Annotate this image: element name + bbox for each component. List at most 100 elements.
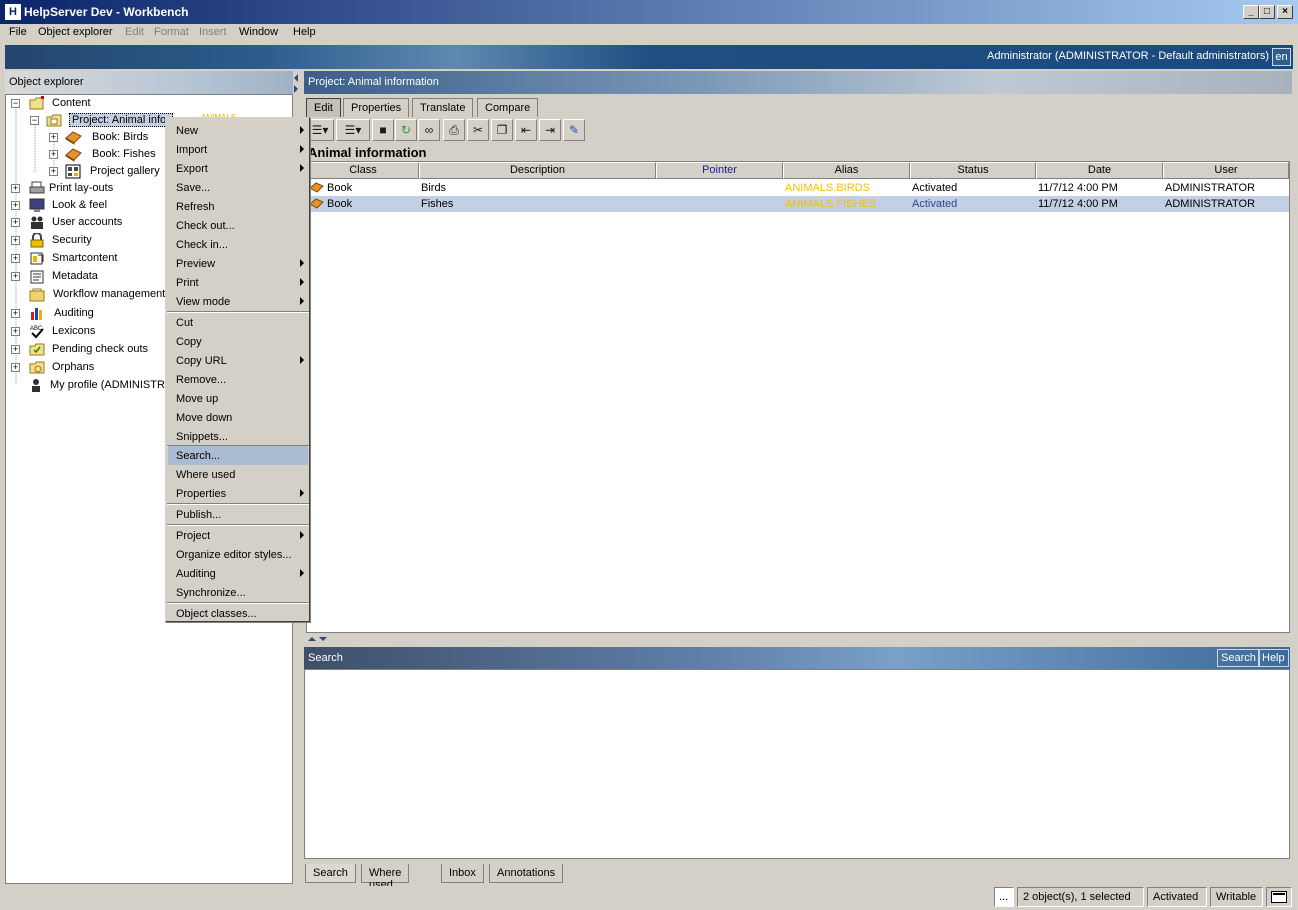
tab-search[interactable]: Search	[305, 864, 356, 883]
refresh-icon[interactable]: ↻	[395, 119, 417, 141]
menu-item-project[interactable]: Project	[168, 526, 308, 545]
collapse-icon[interactable]: −	[30, 116, 39, 125]
collapse-left-icon[interactable]	[294, 74, 298, 82]
menu-item-snippets[interactable]: Snippets...	[168, 427, 308, 446]
column-header-pointer[interactable]: Pointer	[656, 162, 783, 179]
expand-icon[interactable]: +	[11, 254, 20, 263]
move-up-icon[interactable]: ⇤	[515, 119, 537, 141]
tree-node-lexicons[interactable]: + ABC Lexicons	[11, 324, 161, 341]
menu-item-cut[interactable]: Cut	[168, 313, 308, 332]
checkout-icon[interactable]: ✎	[563, 119, 585, 141]
menu-item-refresh[interactable]: Refresh	[168, 197, 308, 216]
print-icon[interactable]: ⎙	[443, 119, 465, 141]
search-button[interactable]: Search	[1217, 649, 1260, 667]
copy-icon[interactable]: ❐	[491, 119, 513, 141]
tree-node-smartcontent[interactable]: + Smartcontent	[11, 251, 161, 268]
maximize-button[interactable]: □	[1259, 5, 1275, 19]
tree-node-auditing[interactable]: + Auditing	[11, 306, 161, 323]
cut-icon[interactable]: ✂	[467, 119, 489, 141]
close-button[interactable]: ×	[1277, 5, 1293, 19]
menu-item-remove[interactable]: Remove...	[168, 370, 308, 389]
expand-icon[interactable]: +	[11, 327, 20, 336]
expand-icon[interactable]: +	[11, 236, 20, 245]
menu-item-properties[interactable]: Properties	[168, 484, 308, 503]
new-dropdown-icon[interactable]: ☰▾	[306, 119, 334, 141]
menu-item-import[interactable]: Import	[168, 140, 308, 159]
menu-item-publish[interactable]: Publish...	[168, 505, 308, 524]
menu-edit[interactable]: Edit	[125, 26, 144, 38]
menu-item-move-down[interactable]: Move down	[168, 408, 308, 427]
menu-item-print[interactable]: Print	[168, 273, 308, 292]
tree-node-pending[interactable]: + Pending check outs	[11, 342, 191, 359]
menu-item-copy[interactable]: Copy	[168, 332, 308, 351]
tab-compare[interactable]: Compare	[477, 98, 539, 117]
expand-icon[interactable]: +	[11, 184, 20, 193]
expand-icon[interactable]: +	[49, 150, 58, 159]
move-down-icon[interactable]: ⇥	[539, 119, 561, 141]
column-header-alias[interactable]: Alias	[783, 162, 910, 179]
menu-item-view-mode[interactable]: View mode	[168, 292, 308, 311]
menu-item-move-up[interactable]: Move up	[168, 389, 308, 408]
collapse-icon[interactable]: −	[11, 99, 20, 108]
tab-edit[interactable]: Edit	[306, 98, 341, 117]
menu-item-object-classes[interactable]: Object classes...	[168, 604, 308, 623]
menu-item-where-used[interactable]: Where used	[168, 465, 308, 484]
splitter-arrows-icon[interactable]	[306, 635, 336, 643]
column-header-date[interactable]: Date	[1036, 162, 1163, 179]
column-header-status[interactable]: Status	[910, 162, 1036, 179]
tree-node-look-feel[interactable]: + Look & feel	[11, 198, 161, 215]
tab-properties[interactable]: Properties	[343, 98, 410, 117]
expand-icon[interactable]: +	[49, 133, 58, 142]
menu-help[interactable]: Help	[293, 26, 316, 38]
menu-item-synchronize[interactable]: Synchronize...	[168, 583, 308, 602]
collapse-right-icon[interactable]	[294, 85, 298, 93]
language-button[interactable]: en	[1272, 48, 1291, 66]
tree-node-metadata[interactable]: + Metadata	[11, 269, 161, 286]
expand-icon[interactable]: +	[49, 167, 58, 176]
expand-icon[interactable]: +	[11, 272, 20, 281]
tree-node-security[interactable]: + Security	[11, 232, 161, 250]
column-header-description[interactable]: Description	[419, 162, 656, 179]
expand-icon[interactable]: +	[11, 218, 20, 227]
expand-icon[interactable]: +	[11, 345, 20, 354]
tree-label-selected: Project: Animal infor	[69, 113, 173, 127]
tree-node-print-layouts[interactable]: + Print lay-outs	[11, 181, 161, 198]
table-row-selected[interactable]: Book Fishes ANIMALS.FISHES Activated 11/…	[307, 196, 1289, 212]
expand-icon[interactable]: +	[11, 201, 20, 210]
menu-object-explorer[interactable]: Object explorer	[38, 26, 113, 38]
menu-item-export[interactable]: Export	[168, 159, 308, 178]
minimize-button[interactable]: _	[1243, 5, 1259, 19]
horizontal-splitter[interactable]	[304, 634, 1292, 644]
insert-dropdown-icon[interactable]: ☰▾	[336, 119, 370, 141]
menu-window[interactable]: Window	[239, 26, 278, 38]
column-header-user[interactable]: User	[1163, 162, 1289, 179]
menu-item-organize-styles[interactable]: Organize editor styles...	[168, 545, 308, 564]
column-header-class[interactable]: Class	[307, 162, 419, 179]
preview-glasses-icon[interactable]: ∞	[418, 119, 440, 141]
table-row[interactable]: Book Birds ANIMALS.BIRDS Activated 11/7/…	[307, 180, 1289, 196]
tab-translate[interactable]: Translate	[412, 98, 474, 117]
menu-item-new[interactable]: New	[168, 121, 308, 140]
menu-item-check-in[interactable]: Check in...	[168, 235, 308, 254]
tree-node-user-accounts[interactable]: + User accounts	[11, 215, 161, 232]
help-button[interactable]: Help	[1258, 649, 1289, 667]
tab-where-used[interactable]: Where used	[361, 864, 410, 891]
menu-file[interactable]: File	[9, 26, 27, 38]
menu-item-auditing[interactable]: Auditing	[168, 564, 308, 583]
menu-format[interactable]: Format	[154, 26, 189, 38]
expand-icon[interactable]: +	[11, 363, 20, 372]
tab-inbox[interactable]: Inbox	[441, 864, 484, 883]
keyboard-icon[interactable]	[1266, 887, 1292, 907]
tree-node-orphans[interactable]: + Orphans	[11, 360, 161, 377]
ellipsis-button[interactable]: ...	[994, 887, 1014, 907]
tab-annotations[interactable]: Annotations	[489, 864, 564, 883]
menu-insert[interactable]: Insert	[199, 26, 227, 38]
tree-node-content[interactable]: − Content	[11, 96, 211, 113]
menu-item-copy-url[interactable]: Copy URL	[168, 351, 308, 370]
menu-item-save[interactable]: Save...	[168, 178, 308, 197]
menu-item-preview[interactable]: Preview	[168, 254, 308, 273]
save-icon[interactable]: ■	[372, 119, 394, 141]
menu-item-check-out[interactable]: Check out...	[168, 216, 308, 235]
menu-item-search[interactable]: Search...	[168, 446, 308, 465]
expand-icon[interactable]: +	[11, 309, 20, 318]
